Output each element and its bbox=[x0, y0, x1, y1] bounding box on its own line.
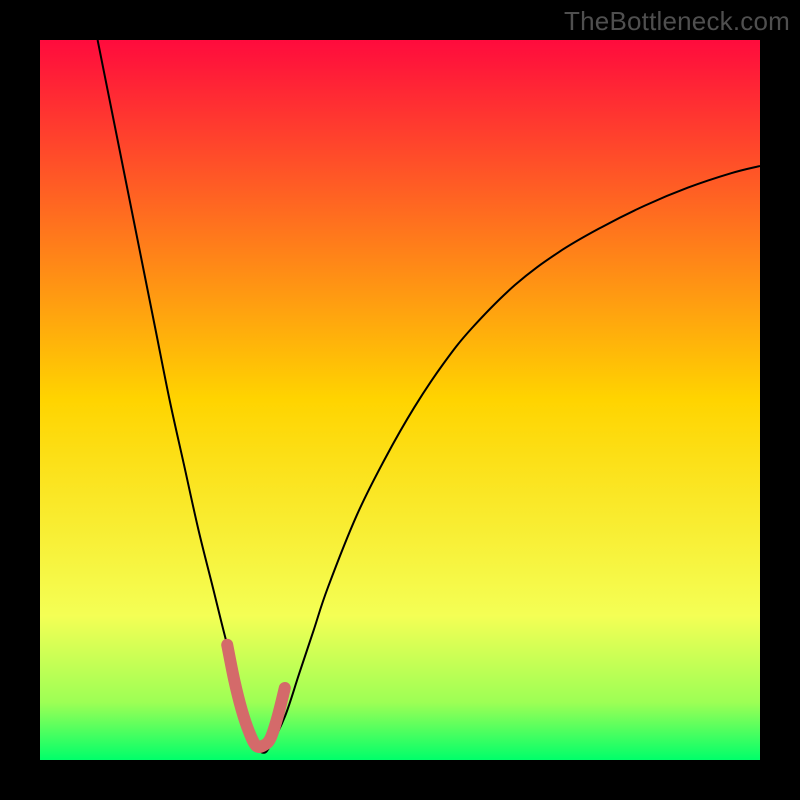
chart-plot-area bbox=[40, 40, 760, 760]
chart-svg bbox=[40, 40, 760, 760]
watermark-text: TheBottleneck.com bbox=[564, 6, 790, 37]
outer-frame: TheBottleneck.com bbox=[0, 0, 800, 800]
chart-background bbox=[40, 40, 760, 760]
